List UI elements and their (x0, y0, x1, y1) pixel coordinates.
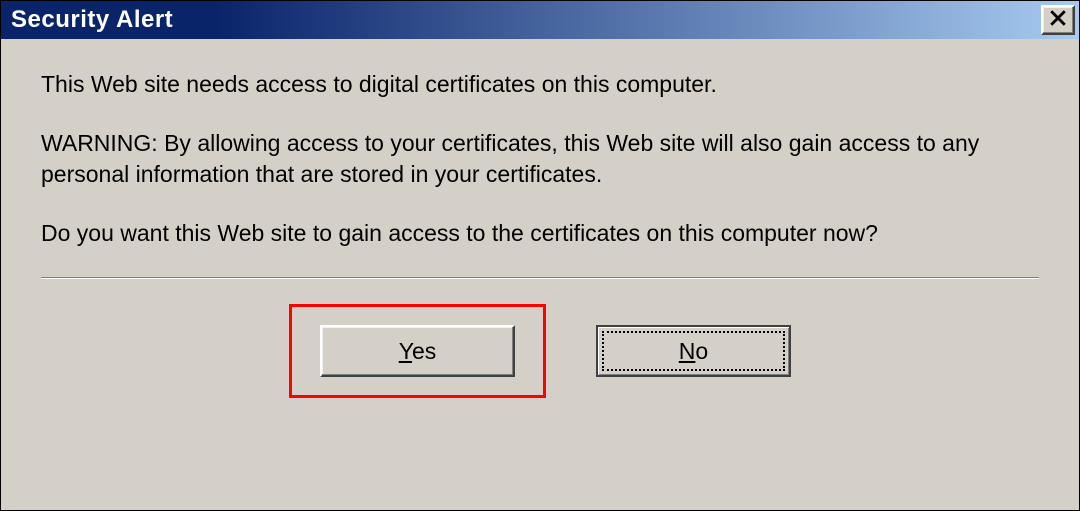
dialog-body: This Web site needs access to digital ce… (1, 39, 1079, 510)
yes-button[interactable]: Yes (320, 325, 515, 377)
titlebar: Security Alert (1, 1, 1079, 39)
annotation-highlight-rect: Yes (289, 304, 546, 398)
button-row: Yes No (41, 279, 1039, 413)
message-line-3: Do you want this Web site to gain access… (41, 218, 1039, 249)
message-line-1: This Web site needs access to digital ce… (41, 69, 1039, 100)
no-button[interactable]: No (596, 325, 791, 377)
no-button-label: No (679, 336, 708, 367)
close-button[interactable] (1041, 5, 1075, 35)
security-alert-dialog: Security Alert This Web site needs acces… (0, 0, 1080, 511)
yes-button-label: Yes (399, 336, 437, 367)
message-line-2: WARNING: By allowing access to your cert… (41, 128, 1039, 190)
close-icon (1049, 9, 1067, 32)
message-block: This Web site needs access to digital ce… (41, 69, 1039, 277)
window-title: Security Alert (11, 6, 173, 34)
